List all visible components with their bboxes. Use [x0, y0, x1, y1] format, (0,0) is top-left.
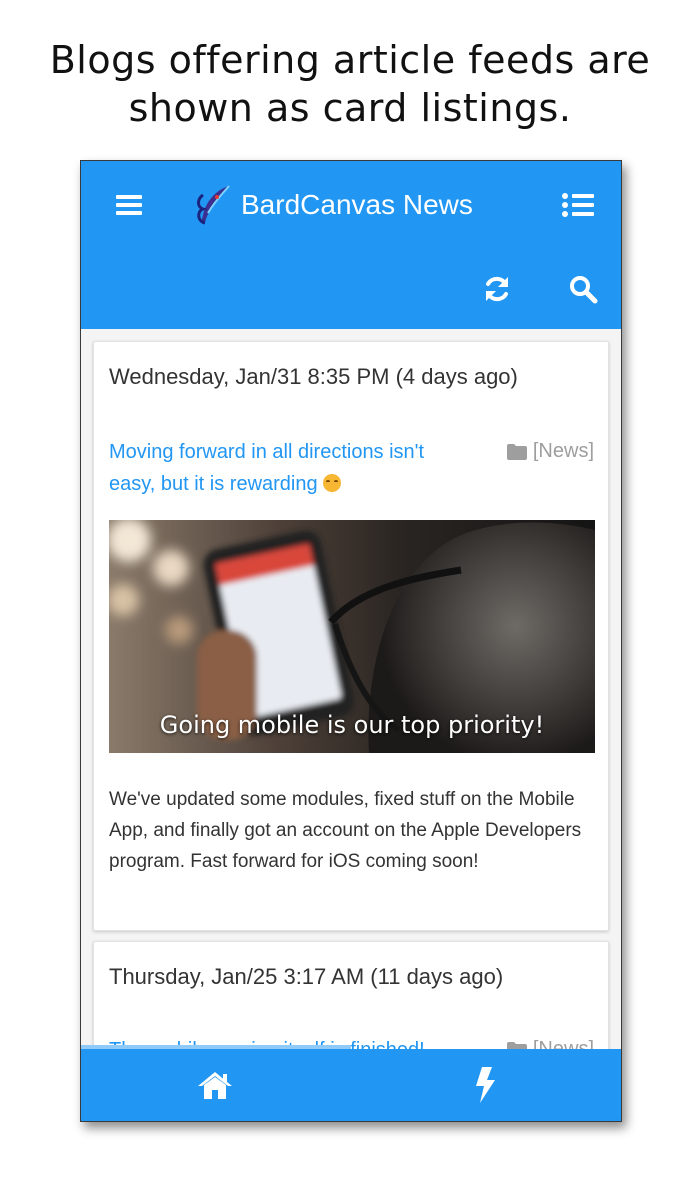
bolt-icon	[476, 1067, 495, 1103]
post-card: Thursday, Jan/25 3:17 AM (11 days ago) T…	[93, 941, 609, 1049]
list-icon	[562, 193, 594, 217]
menu-icon	[116, 195, 142, 215]
post-card: Wednesday, Jan/31 8:35 PM (4 days ago) M…	[93, 341, 609, 931]
refresh-icon	[486, 276, 508, 302]
post-date: Wednesday, Jan/31 8:35 PM (4 days ago)	[109, 364, 518, 389]
post-date: Thursday, Jan/25 3:17 AM (11 days ago)	[109, 964, 504, 989]
home-button[interactable]	[193, 1065, 237, 1105]
post-category[interactable]: [News]	[506, 440, 594, 463]
folder-icon	[506, 443, 527, 460]
app-title-area[interactable]: BardCanvas News	[193, 183, 473, 227]
folder-icon	[506, 1041, 527, 1049]
post-category-label: [News]	[532, 440, 594, 462]
app-title: BardCanvas News	[241, 189, 473, 220]
scroll-progress-indicator	[81, 1045, 351, 1049]
smile-emoji-icon	[323, 474, 342, 492]
post-category-label: [News]	[532, 1038, 594, 1049]
refresh-button[interactable]	[477, 269, 517, 309]
search-button[interactable]	[563, 269, 603, 309]
quick-actions-button[interactable]	[465, 1063, 505, 1107]
post-title-text: Moving forward in all directions isn't e…	[109, 441, 425, 495]
promo-caption: Blogs offering article feeds are shown a…	[0, 36, 700, 132]
phone-screen: BardCanvas News Wednesday, Jan/31 8:35 P…	[80, 160, 622, 1122]
post-category[interactable]: [News]	[506, 1038, 594, 1049]
feed-content[interactable]: Wednesday, Jan/31 8:35 PM (4 days ago) M…	[81, 329, 621, 1049]
bottom-nav-bar	[81, 1045, 621, 1121]
menu-button[interactable]	[109, 187, 149, 223]
list-view-button[interactable]	[557, 187, 599, 223]
promo-caption-line1: Blogs offering article feeds are	[49, 38, 651, 82]
post-featured-image[interactable]: Going mobile is our top priority!	[109, 520, 595, 753]
post-title-link[interactable]: Moving forward in all directions isn't e…	[109, 436, 459, 500]
post-excerpt: We've updated some modules, fixed stuff …	[109, 789, 582, 872]
search-icon	[570, 276, 598, 304]
home-icon	[198, 1072, 232, 1099]
logo-quill-icon	[197, 185, 230, 225]
top-app-bar: BardCanvas News	[81, 161, 621, 329]
image-caption: Going mobile is our top priority!	[159, 711, 545, 739]
promo-caption-line2: shown as card listings.	[128, 86, 572, 130]
